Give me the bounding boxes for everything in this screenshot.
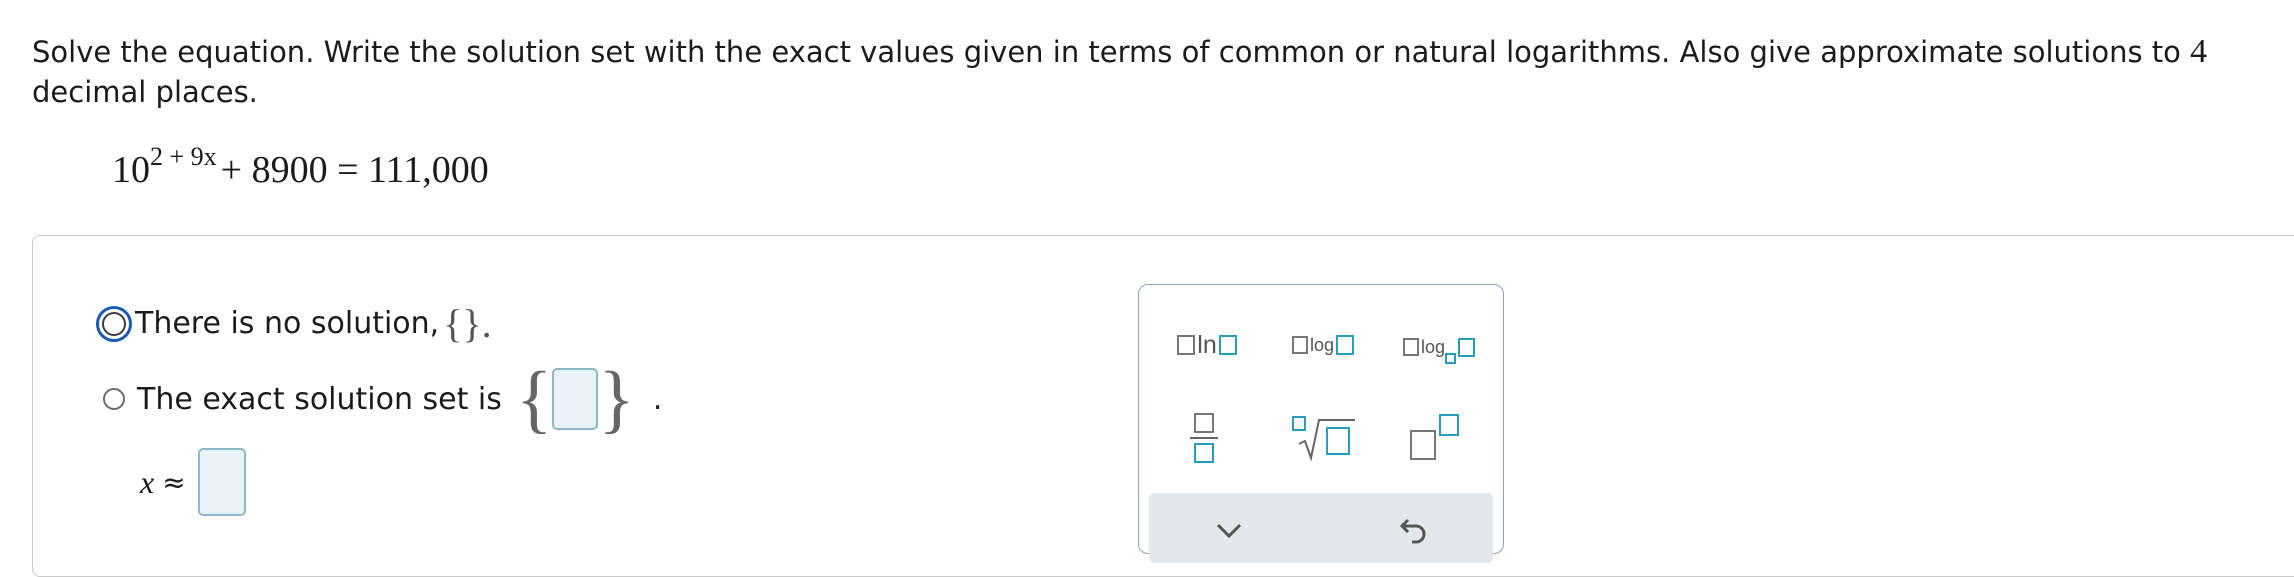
math-palette: ln log log: [1138, 284, 1504, 563]
log-input-placeholder-icon: [1336, 335, 1355, 355]
prompt-text-after: decimal places.: [32, 75, 258, 109]
log-button[interactable]: log: [1283, 325, 1363, 365]
nth-root-button[interactable]: [1289, 411, 1359, 465]
approx-row: x ≈: [140, 448, 246, 516]
fraction-numerator-icon: [1194, 413, 1214, 433]
logb-input-placeholder-icon: [1458, 337, 1476, 357]
ln-label: ln: [1197, 330, 1217, 359]
approx-symbol: ≈: [162, 465, 186, 499]
collapse-palette-button[interactable]: [1209, 511, 1249, 551]
prompt-text-before: Solve the equation. Write the solution s…: [32, 35, 2191, 69]
option-exact-solution-label: The exact solution set is: [137, 381, 502, 417]
problem-statement: Solve the equation. Write the solution s…: [32, 32, 2282, 112]
radio-no-solution[interactable]: [102, 311, 126, 336]
approx-variable: x: [140, 463, 155, 500]
palette-toolbar: [1149, 493, 1493, 563]
ln-button[interactable]: ln: [1167, 325, 1247, 365]
exact-solution-input[interactable]: [552, 368, 599, 430]
prompt-decimal-count: 4: [2190, 33, 2208, 70]
right-brace: }: [598, 357, 635, 441]
exact-solution-period: .: [652, 381, 663, 417]
logb-label: log: [1420, 336, 1446, 357]
fraction-denominator-icon: [1194, 443, 1214, 463]
left-brace: {: [515, 357, 553, 441]
log-arg-placeholder-icon: [1291, 336, 1308, 354]
logb-base-placeholder-icon: [1445, 352, 1457, 364]
nth-root-icon: [1292, 416, 1355, 462]
superscript-icon: [1410, 414, 1459, 460]
logb-arg-placeholder-icon: [1402, 338, 1419, 356]
equation-exponent: 2 + 9x: [150, 142, 217, 171]
fraction-bar-icon: [1190, 437, 1218, 439]
equation-base: 10: [112, 149, 150, 191]
approx-solution-input[interactable]: [197, 448, 246, 516]
fraction-button[interactable]: [1179, 407, 1229, 469]
log-label: log: [1309, 334, 1335, 355]
equation-rest: + 8900 = 111,000: [220, 149, 489, 191]
superscript-button[interactable]: [1405, 409, 1465, 467]
chevron-down-icon: [1216, 523, 1242, 539]
equation: 102 + 9x + 8900 = 111,000: [112, 142, 489, 192]
radio-exact-solution[interactable]: [103, 388, 125, 410]
empty-set-braces: {}.: [443, 301, 492, 346]
ln-arg-placeholder-icon: [1177, 335, 1196, 355]
log-base-button[interactable]: log: [1397, 325, 1481, 369]
radio-no-solution-focus-ring[interactable]: [96, 305, 132, 342]
option-exact-solution[interactable]: The exact solution set is {} .: [103, 357, 663, 441]
ln-input-placeholder-icon: [1218, 335, 1237, 355]
option-no-solution-label: There is no solution,: [135, 306, 440, 341]
undo-button[interactable]: [1393, 509, 1433, 549]
option-no-solution[interactable]: There is no solution, {}.: [96, 300, 492, 347]
undo-icon: [1399, 518, 1426, 544]
